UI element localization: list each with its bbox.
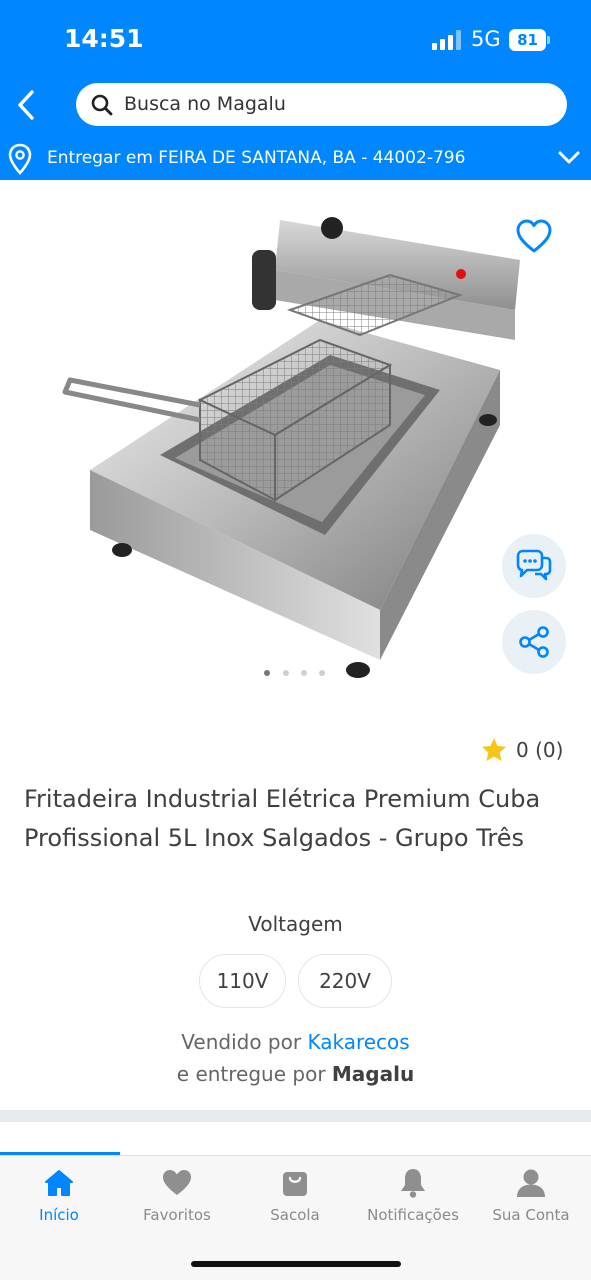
network-type: 5G — [471, 27, 501, 51]
star-icon — [482, 738, 506, 761]
search-input[interactable]: Busca no Magalu — [76, 83, 567, 126]
battery-tip — [547, 36, 550, 44]
chat-button[interactable] — [502, 534, 566, 598]
pagination-dot[interactable] — [301, 670, 307, 676]
delivered-by-name: Magalu — [331, 1062, 415, 1086]
nav-home[interactable]: Início — [0, 1166, 118, 1236]
status-time: 14:51 — [64, 24, 144, 53]
variant-label: Voltagem — [248, 912, 343, 936]
nav-bag[interactable]: Sacola — [236, 1166, 354, 1236]
seller-link[interactable]: Kakarecos — [307, 1030, 409, 1054]
nav-notifications[interactable]: Notificações — [354, 1166, 472, 1236]
delivery-location-bar[interactable]: Entregar em FEIRA DE SANTANA, BA - 44002… — [0, 136, 591, 180]
heart-icon — [163, 1170, 191, 1195]
nav-home-label: Início — [39, 1206, 79, 1224]
location-pin-icon — [8, 143, 32, 175]
pagination-dot[interactable] — [264, 670, 270, 676]
rating-value: 0 (0) — [516, 738, 564, 762]
favorite-button[interactable] — [512, 216, 556, 256]
gallery-pagination — [264, 670, 334, 678]
nav-favorites-label: Favoritos — [143, 1206, 211, 1224]
bag-icon — [283, 1172, 307, 1196]
product-gallery[interactable] — [0, 180, 591, 700]
share-icon — [519, 626, 549, 658]
status-bar: 14:51 5G 81 — [0, 0, 591, 78]
share-button[interactable] — [502, 610, 566, 674]
battery-icon: 81 — [509, 29, 546, 51]
pagination-dot[interactable] — [319, 670, 325, 676]
chevron-left-icon — [18, 90, 34, 120]
sold-by-label: Vendido por — [181, 1030, 302, 1054]
search-placeholder: Busca no Magalu — [124, 93, 286, 115]
search-icon — [91, 94, 113, 116]
product-image[interactable] — [60, 200, 520, 680]
user-icon — [517, 1169, 545, 1197]
back-button[interactable] — [6, 84, 46, 126]
bell-icon — [401, 1169, 425, 1198]
variant-220v-button[interactable]: 220V — [298, 954, 392, 1008]
home-icon — [45, 1170, 73, 1196]
seller-info: Vendido por Kakarecos e entregue por Mag… — [0, 1026, 591, 1090]
signal-icon — [432, 30, 462, 50]
chevron-down-icon — [558, 151, 580, 164]
heart-outline-icon — [516, 219, 552, 253]
battery-level: 81 — [517, 31, 538, 49]
nav-bag-label: Sacola — [270, 1206, 320, 1224]
pagination-dot[interactable] — [283, 670, 289, 676]
section-divider — [0, 1110, 591, 1122]
chat-bubbles-icon — [516, 549, 552, 581]
product-rating[interactable]: 0 (0) — [480, 735, 563, 765]
home-indicator[interactable] — [191, 1261, 401, 1267]
nav-account-label: Sua Conta — [492, 1206, 570, 1224]
nav-account[interactable]: Sua Conta — [472, 1166, 590, 1236]
product-title: Fritadeira Industrial Elétrica Premium C… — [24, 785, 541, 852]
delivery-address: Entregar em FEIRA DE SANTANA, BA - 44002… — [47, 148, 466, 168]
delivered-by-label: e entregue por — [176, 1062, 326, 1086]
nav-favorites[interactable]: Favoritos — [118, 1166, 236, 1236]
nav-notifications-label: Notificações — [367, 1206, 459, 1224]
app-header: 14:51 5G 81 Busca no Magalu Entregar em … — [0, 0, 591, 180]
variant-110v-button[interactable]: 110V — [199, 954, 286, 1008]
